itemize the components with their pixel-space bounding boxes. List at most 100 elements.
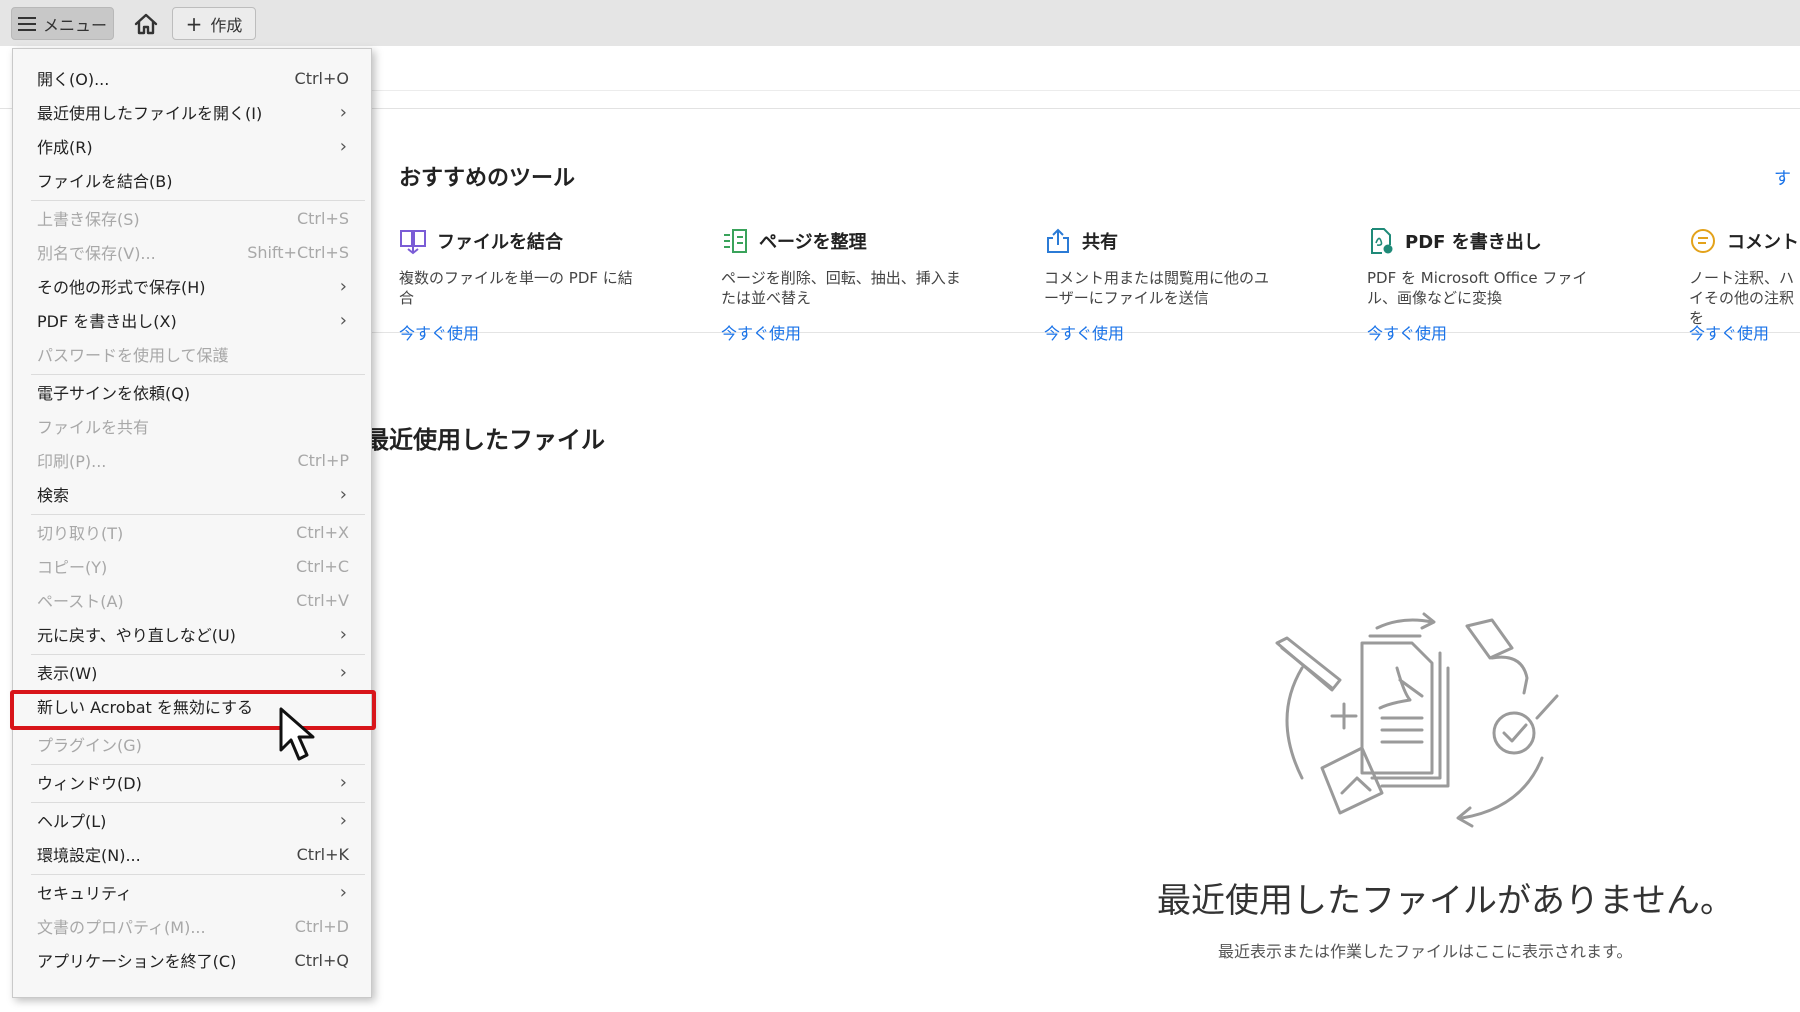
- tool-description: PDF を Microsoft Office ファイル、画像などに変換: [1367, 269, 1588, 307]
- chevron-right-icon: ›: [339, 101, 347, 123]
- menu-item-search[interactable]: 検索 ›: [13, 477, 373, 511]
- organize-pages-icon: [724, 229, 747, 253]
- menu-item-label: コピー(Y): [37, 558, 108, 577]
- menu-item-label: 検索: [37, 486, 70, 505]
- empty-state-illustration: [1275, 612, 1559, 828]
- menu-item-open[interactable]: 開く(O)... Ctrl+O: [13, 61, 373, 95]
- chevron-right-icon: ›: [339, 275, 347, 297]
- menu-button[interactable]: メニュー: [11, 7, 114, 40]
- chevron-right-icon: ›: [339, 309, 347, 331]
- empty-state-subtitle: 最近表示または作業したファイルはここに表示されます。: [1218, 942, 1633, 961]
- menu-item-label: パスワードを使用して保護: [37, 346, 229, 365]
- menu-item-label: ペースト(A): [37, 592, 124, 611]
- tool-description: コメント用または閲覧用に他のユーザーにファイルを送信: [1044, 269, 1270, 307]
- tool-name: ファイルを結合: [437, 232, 563, 253]
- tool-description: ページを削除、回転、抽出、挿入または並べ替え: [721, 269, 961, 307]
- tool-description: 複数のファイルを単一の PDF に結合: [399, 269, 633, 307]
- menu-item-label: 文書のプロパティ(M)...: [37, 918, 206, 937]
- create-button-label: 作成: [210, 15, 243, 35]
- menu-item-shortcut: Ctrl+S: [296, 208, 349, 228]
- menu-item-window[interactable]: ウィンドウ(D) ›: [13, 765, 373, 799]
- menu-item-label: 環境設定(N)...: [37, 846, 141, 865]
- menu-item-label: 開く(O)...: [37, 70, 110, 89]
- menu-item-label: その他の形式で保存(H): [37, 278, 206, 297]
- menu-item-print: 印刷(P)... Ctrl+P: [13, 443, 373, 477]
- menu-button-label: メニュー: [42, 15, 107, 35]
- menu-item-shortcut: Shift+Ctrl+S: [247, 242, 349, 262]
- tool-name: ページを整理: [759, 232, 867, 253]
- menu-item-document-properties: 文書のプロパティ(M)... Ctrl+D: [13, 909, 373, 943]
- use-now-link[interactable]: 今すぐ使用: [1367, 320, 1637, 344]
- chevron-right-icon: ›: [339, 881, 347, 903]
- home-icon: [134, 13, 158, 34]
- menu-item-label: プラグイン(G): [37, 736, 142, 755]
- see-all-tools-link[interactable]: す: [1774, 164, 1791, 189]
- chevron-right-icon: ›: [339, 771, 347, 793]
- menu-item-undo-redo[interactable]: 元に戻す、やり直しなど(U) ›: [13, 617, 373, 651]
- menu-item-plugins: プラグイン(G): [13, 727, 373, 761]
- menu-item-view[interactable]: 表示(W) ›: [13, 655, 373, 689]
- menu-item-label: 最近使用したファイルを開く(I): [37, 104, 263, 123]
- menu-item-label: アプリケーションを終了(C): [37, 952, 237, 971]
- menu-item-label: セキュリティ: [37, 884, 133, 903]
- use-now-link[interactable]: 今すぐ使用: [1044, 320, 1314, 344]
- menu-item-preferences[interactable]: 環境設定(N)... Ctrl+K: [13, 837, 373, 871]
- recent-files-title: 最近使用したファイル: [365, 426, 605, 454]
- menu-item-help[interactable]: ヘルプ(L) ›: [13, 803, 373, 837]
- comment-icon: [1691, 229, 1715, 253]
- tool-name: PDF を書き出し: [1405, 232, 1542, 253]
- highlight-box: [10, 690, 376, 730]
- use-now-link[interactable]: 今すぐ使用: [721, 320, 991, 344]
- plus-icon: +: [185, 11, 203, 36]
- share-icon: [1047, 228, 1069, 253]
- chevron-right-icon: ›: [339, 135, 347, 157]
- menu-item-label: 元に戻す、やり直しなど(U): [37, 626, 236, 645]
- tool-card-comment[interactable]: コメント ノート注釈、ハイその他の注釈を 今すぐ使用: [1689, 226, 1800, 344]
- home-button[interactable]: [128, 7, 164, 40]
- menu-item-shortcut: Ctrl+X: [296, 522, 349, 542]
- menu-item-save-other-format[interactable]: その他の形式で保存(H) ›: [13, 269, 373, 303]
- tool-card-organize[interactable]: ページを整理 ページを削除、回転、抽出、挿入または並べ替え 今すぐ使用: [721, 226, 991, 344]
- top-toolbar: メニュー + 作成: [0, 0, 1800, 46]
- export-pdf-icon: [1371, 228, 1393, 254]
- menu-item-cut: 切り取り(T) Ctrl+X: [13, 515, 373, 549]
- menu-item-request-esign[interactable]: 電子サインを依頼(Q): [13, 375, 373, 409]
- menu-item-export-pdf[interactable]: PDF を書き出し(X) ›: [13, 303, 373, 337]
- menu-item-label: 表示(W): [37, 664, 98, 683]
- main-menu-dropdown: 開く(O)... Ctrl+O 最近使用したファイルを開く(I) › 作成(R) › …: [12, 48, 372, 998]
- use-now-link[interactable]: 今すぐ使用: [399, 320, 669, 344]
- create-button[interactable]: + 作成: [172, 7, 256, 40]
- menu-item-open-recent[interactable]: 最近使用したファイルを開く(I) ›: [13, 95, 373, 129]
- menu-item-label: ファイルを共有: [37, 418, 150, 437]
- menu-item-label: 別名で保存(V)...: [37, 244, 156, 263]
- menu-item-copy: コピー(Y) Ctrl+C: [13, 549, 373, 583]
- menu-item-share-file: ファイルを共有: [13, 409, 373, 443]
- chevron-right-icon: ›: [339, 809, 347, 831]
- menu-item-shortcut: Ctrl+C: [295, 556, 349, 576]
- empty-state-title: 最近使用したファイルがありません。: [1157, 881, 1734, 921]
- menu-item-label: 切り取り(T): [37, 524, 124, 543]
- menu-item-shortcut: Ctrl+V: [296, 590, 349, 610]
- menu-item-label: 上書き保存(S): [37, 210, 140, 229]
- menu-item-shortcut: Ctrl+Q: [294, 950, 349, 970]
- menu-item-label: 作成(R): [37, 138, 93, 157]
- menu-item-label: 印刷(P)...: [37, 452, 107, 471]
- recommended-tools-title: おすすめのツール: [399, 166, 576, 191]
- menu-item-combine-files[interactable]: ファイルを結合(B): [13, 163, 373, 197]
- menu-item-security[interactable]: セキュリティ ›: [13, 875, 373, 909]
- menu-item-save: 上書き保存(S) Ctrl+S: [13, 201, 373, 235]
- menu-item-create[interactable]: 作成(R) ›: [13, 129, 373, 163]
- tool-card-combine[interactable]: ファイルを結合 複数のファイルを単一の PDF に結合 今すぐ使用: [399, 226, 669, 344]
- tool-name: 共有: [1082, 232, 1118, 253]
- menu-item-exit[interactable]: アプリケーションを終了(C) Ctrl+Q: [13, 943, 373, 977]
- mouse-pointer-icon: [279, 707, 315, 761]
- tool-card-export-pdf[interactable]: PDF を書き出し PDF を Microsoft Office ファイル、画像…: [1367, 226, 1637, 344]
- combine-files-icon: [400, 230, 426, 255]
- use-now-link[interactable]: 今すぐ使用: [1689, 320, 1800, 344]
- chevron-right-icon: ›: [339, 483, 347, 505]
- chevron-right-icon: ›: [339, 661, 347, 683]
- hamburger-icon: [17, 16, 36, 31]
- menu-item-label: ウィンドウ(D): [37, 774, 142, 793]
- tool-card-share[interactable]: 共有 コメント用または閲覧用に他のユーザーにファイルを送信 今すぐ使用: [1044, 226, 1314, 344]
- menu-item-label: PDF を書き出し(X): [37, 312, 177, 331]
